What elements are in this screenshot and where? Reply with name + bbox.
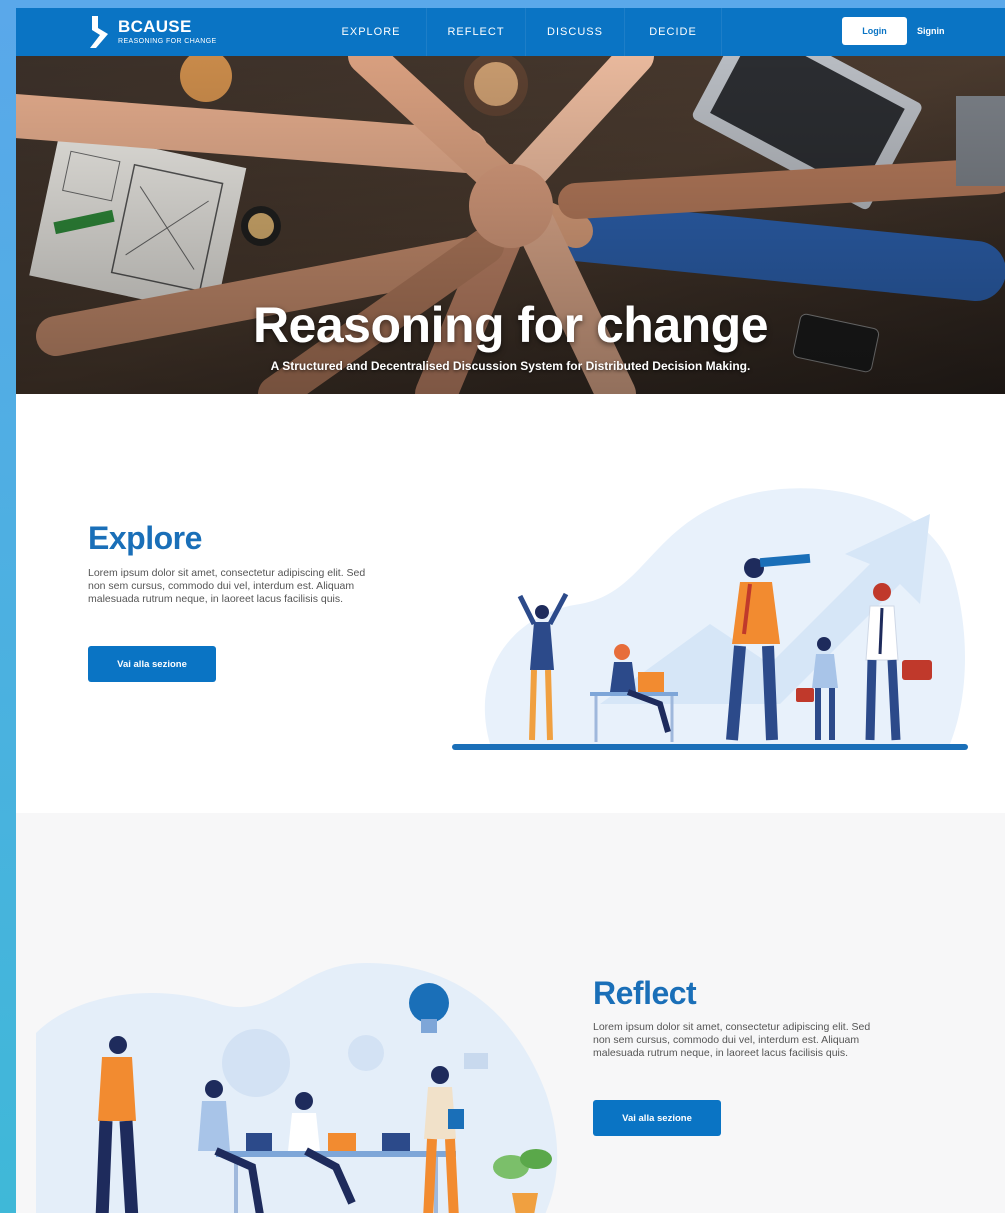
nav-item-explore[interactable]: EXPLORE	[316, 8, 427, 56]
reflect-heading: Reflect	[593, 975, 697, 1011]
explore-section: Explore Lorem ipsum dolor sit amet, cons…	[16, 394, 1005, 813]
brand-tagline: REASONING FOR CHANGE	[118, 37, 217, 45]
hero-title: Reasoning for change	[252, 297, 769, 353]
explore-section-button[interactable]: Vai alla sezione	[88, 646, 216, 682]
explore-heading: Explore	[88, 520, 202, 556]
explore-body: Lorem ipsum dolor sit amet, consectetur …	[88, 567, 366, 605]
brand[interactable]: BCAUSE REASONING FOR CHANGE	[88, 13, 217, 51]
main-nav: EXPLORE REFLECT DISCUSS DECIDE	[316, 8, 722, 56]
reflect-section: Reflect Lorem ipsum dolor sit amet, cons…	[16, 813, 1005, 1213]
nav-item-decide[interactable]: DECIDE	[625, 8, 722, 56]
nav-item-reflect[interactable]: REFLECT	[427, 8, 526, 56]
reflect-body: Lorem ipsum dolor sit amet, consectetur …	[593, 1021, 871, 1059]
nav-item-discuss[interactable]: DISCUSS	[526, 8, 625, 56]
bcause-logo-icon	[90, 16, 108, 48]
top-navbar: BCAUSE REASONING FOR CHANGE EXPLORE REFL…	[16, 8, 1005, 56]
brand-name: BCAUSE	[118, 16, 192, 36]
hero-banner: Reasoning for change A Structured and De…	[16, 56, 1005, 394]
team-with-telescope-illustration	[452, 488, 968, 750]
login-button[interactable]: Login	[842, 17, 907, 45]
reflect-section-button[interactable]: Vai alla sezione	[593, 1100, 721, 1136]
page: BCAUSE REASONING FOR CHANGE EXPLORE REFL…	[16, 8, 1005, 1213]
signin-link[interactable]: Signin	[917, 26, 945, 36]
hero-subtitle: A Structured and Decentralised Discussio…	[270, 359, 751, 373]
team-brainstorm-lightbulb-illustration	[36, 963, 558, 1213]
